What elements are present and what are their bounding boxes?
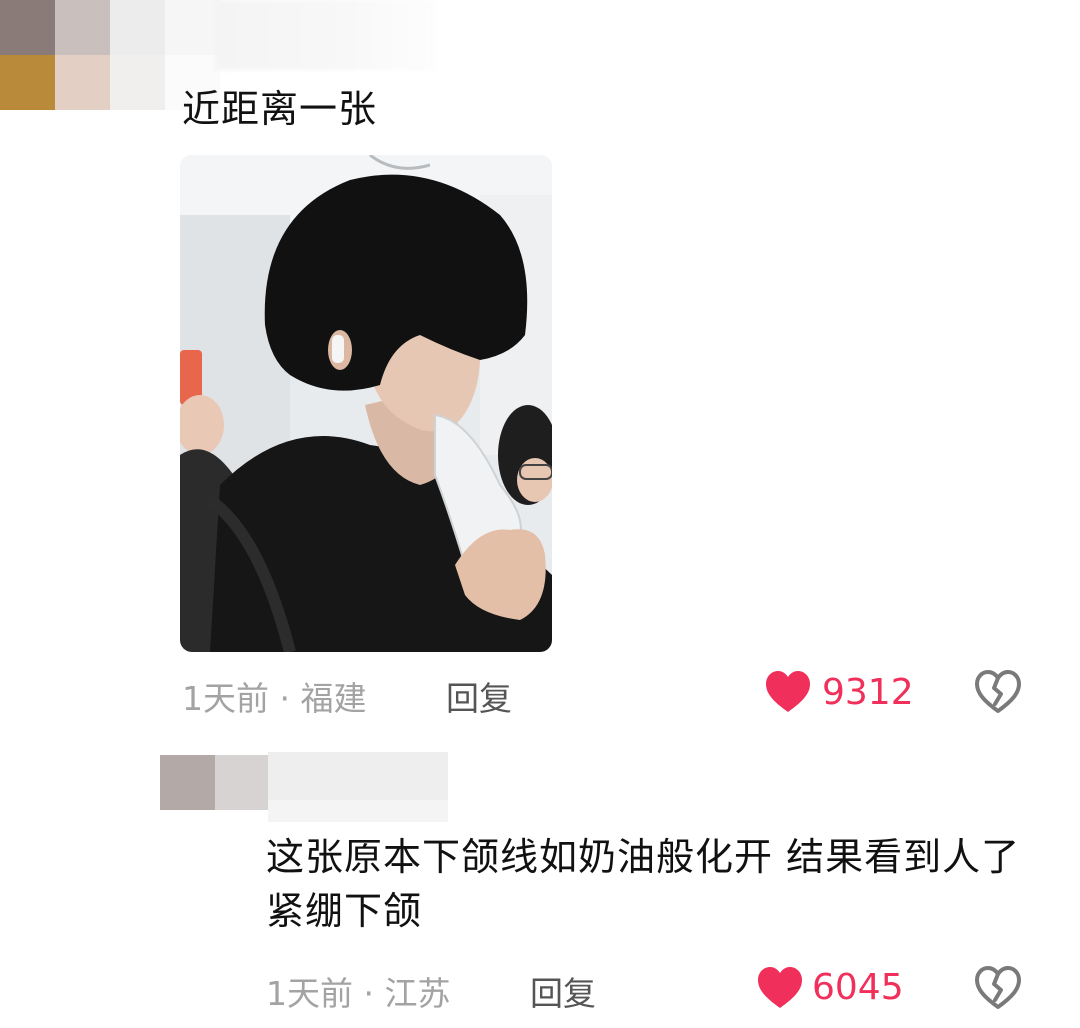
comment-text: 近距离一张 [182, 87, 378, 131]
reply-button[interactable]: 回复 [446, 672, 512, 720]
like-count: 6045 [812, 967, 904, 1008]
comment-meta: 1天前 · 江苏 [266, 974, 451, 1013]
comment-meta: 1天前 · 福建 [182, 679, 367, 718]
comment-text: 这张原本下颌线如奶油般化开 结果看到人了紧绷下颌 [266, 835, 1021, 933]
broken-heart-icon[interactable] [974, 966, 1022, 1010]
username-redacted-secondary [268, 800, 448, 822]
username-redacted[interactable] [215, 0, 435, 70]
comment-photo[interactable] [180, 155, 552, 652]
heart-icon[interactable] [756, 966, 804, 1010]
reply-button[interactable]: 回复 [530, 967, 596, 1015]
heart-icon[interactable] [764, 670, 812, 714]
avatar-redacted[interactable] [160, 755, 270, 810]
like-count: 9312 [822, 672, 914, 713]
broken-heart-icon[interactable] [974, 670, 1022, 714]
